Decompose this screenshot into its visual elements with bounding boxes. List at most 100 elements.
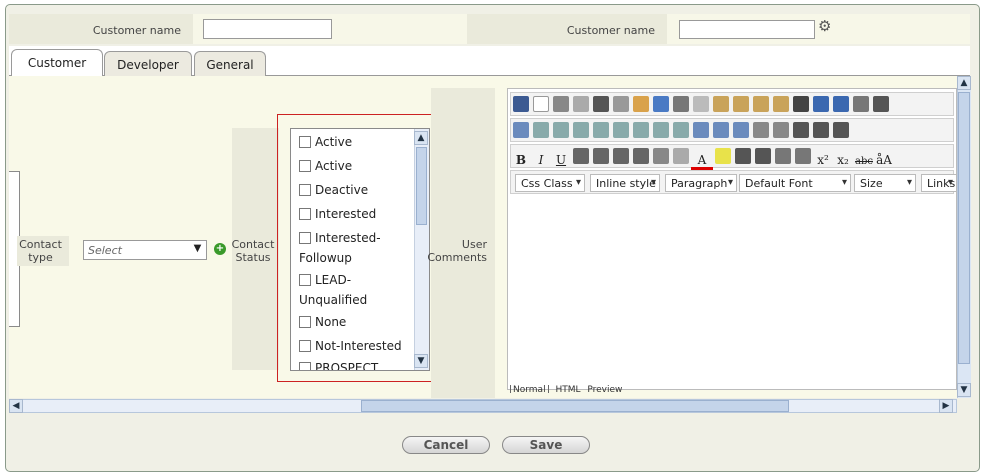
scroll-left-icon[interactable]: ◀ (9, 399, 23, 413)
new-doc-icon[interactable] (533, 96, 549, 112)
print-icon[interactable] (553, 96, 569, 112)
checkbox[interactable] (299, 136, 311, 148)
tab-general[interactable]: General (194, 51, 266, 78)
chevron-down-icon[interactable]: ▼ (190, 241, 205, 257)
scroll-up-icon[interactable]: ▲ (414, 131, 428, 145)
mode-normal-tab[interactable]: Normal (510, 385, 549, 393)
size-select[interactable]: Size (854, 174, 916, 192)
strikethrough-icon[interactable]: abc (853, 152, 875, 167)
underline-icon[interactable]: U (551, 150, 571, 167)
customer-name-input-1[interactable] (203, 19, 332, 39)
insert-col-left-icon[interactable] (533, 122, 549, 138)
editor-content-area[interactable] (510, 197, 954, 382)
checkbox[interactable] (299, 362, 311, 370)
delete-icon[interactable] (793, 96, 809, 112)
checkbox[interactable] (299, 208, 311, 220)
checkbox[interactable] (299, 316, 311, 328)
scroll-down-icon[interactable]: ▼ (414, 354, 428, 368)
remove-format-icon[interactable] (653, 148, 669, 164)
col-props-icon[interactable] (733, 122, 749, 138)
insert-row-below-icon[interactable] (613, 122, 629, 138)
list-item[interactable]: None (291, 312, 429, 332)
align-center-icon[interactable] (593, 148, 609, 164)
customer-name-input-2[interactable] (679, 20, 815, 39)
save-button[interactable]: Save (502, 436, 590, 454)
checkbox[interactable] (299, 184, 311, 196)
delete-row-icon[interactable] (633, 122, 649, 138)
list-item[interactable]: Interested (291, 204, 429, 224)
find-icon[interactable] (593, 96, 609, 112)
font-select[interactable]: Default Font (739, 174, 851, 192)
paste-html-icon[interactable] (773, 96, 789, 112)
undo-icon[interactable] (813, 96, 829, 112)
merge-row-icon[interactable] (753, 122, 769, 138)
contact-type-select[interactable]: Select (83, 240, 207, 260)
list-item[interactable]: Deactive (291, 180, 429, 200)
cut-icon[interactable] (673, 96, 689, 112)
list-item[interactable]: LEAD-Unqualified (291, 270, 371, 310)
row-props-icon[interactable] (713, 122, 729, 138)
convert-case-icon[interactable]: åA (875, 150, 893, 167)
align-right-icon[interactable] (613, 148, 629, 164)
insert-col-right-icon[interactable] (553, 122, 569, 138)
eraser-icon[interactable] (673, 148, 689, 164)
paste-word-icon[interactable] (753, 96, 769, 112)
checkbox[interactable] (299, 340, 311, 352)
checkbox[interactable] (299, 160, 311, 172)
insert-row-above-icon[interactable] (593, 122, 609, 138)
bold-icon[interactable]: B (511, 150, 531, 167)
ordered-list-icon[interactable] (735, 148, 751, 164)
list-item[interactable]: Active (291, 156, 429, 176)
highlight-icon[interactable] (715, 148, 731, 164)
justify-icon[interactable] (633, 148, 649, 164)
paragraph-ltr-icon[interactable] (813, 122, 829, 138)
add-icon[interactable]: + (214, 243, 226, 255)
links-select[interactable]: Links (921, 174, 957, 192)
horizontal-scroll-thumb[interactable] (361, 400, 789, 412)
merge-col-icon[interactable] (773, 122, 789, 138)
spellcheck-icon[interactable] (653, 96, 669, 112)
align-left-icon[interactable] (573, 148, 589, 164)
gear-icon[interactable]: ⚙ (818, 18, 834, 34)
indent-more-icon[interactable] (795, 148, 811, 164)
indent-icon[interactable] (853, 96, 869, 112)
mode-preview-tab[interactable]: Preview (587, 385, 622, 393)
unordered-list-icon[interactable] (755, 148, 771, 164)
special-char-icon[interactable] (793, 122, 809, 138)
split-cell-icon[interactable] (673, 122, 689, 138)
paste-icon[interactable] (713, 96, 729, 112)
inline-style-select[interactable]: Inline style (590, 174, 660, 192)
outdent-icon[interactable] (775, 148, 791, 164)
copy-icon[interactable] (693, 96, 709, 112)
paragraph-select[interactable]: Paragraph (665, 174, 737, 192)
list-item[interactable]: Not-Interested (291, 336, 429, 356)
contact-status-list[interactable]: Active Active Deactive Interested Intere… (290, 128, 430, 371)
scroll-up-icon[interactable]: ▲ (957, 76, 971, 90)
mode-html-tab[interactable]: HTML (555, 385, 580, 393)
paste-text-icon[interactable] (733, 96, 749, 112)
paragraph-rtl-icon[interactable] (833, 122, 849, 138)
delete-col-icon[interactable] (573, 122, 589, 138)
list-scroll-thumb[interactable] (416, 147, 427, 225)
table-props-icon[interactable] (873, 96, 889, 112)
superscript-icon[interactable]: x² (813, 150, 833, 167)
subscript-icon[interactable]: x₂ (833, 150, 853, 167)
tab-developer[interactable]: Developer (104, 51, 192, 78)
tab-customer[interactable]: Customer (11, 49, 103, 77)
rich-text-editor[interactable]: BIU Ax²x₂abcåA Css Class Inline style Par… (507, 88, 957, 393)
preview-icon[interactable] (573, 96, 589, 112)
redo-icon[interactable] (833, 96, 849, 112)
merge-cells-icon[interactable] (653, 122, 669, 138)
replace-icon[interactable] (613, 96, 629, 112)
scroll-down-icon[interactable]: ▼ (957, 383, 971, 397)
clean-icon[interactable] (633, 96, 649, 112)
checkbox[interactable] (299, 232, 311, 244)
italic-icon[interactable]: I (531, 150, 551, 167)
cell-props-icon[interactable] (693, 122, 709, 138)
list-item[interactable]: Interested-Followup (291, 228, 391, 268)
checkbox[interactable] (299, 274, 311, 286)
list-item[interactable]: PROSPECT (291, 358, 429, 370)
list-item[interactable]: Active (291, 132, 429, 152)
save-icon[interactable] (513, 96, 529, 112)
css-class-select[interactable]: Css Class (515, 174, 585, 192)
